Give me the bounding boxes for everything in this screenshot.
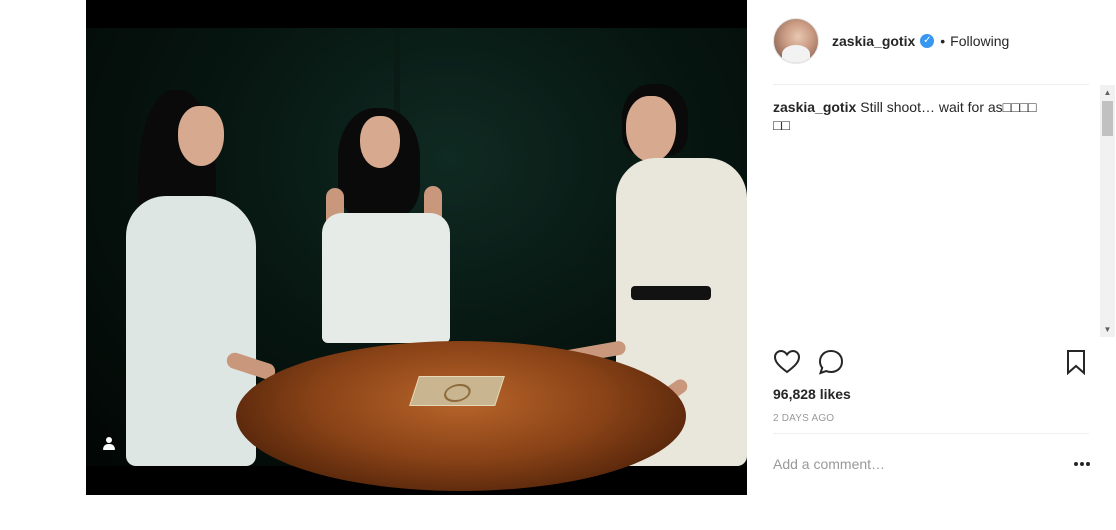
likes-count[interactable]: 96,828 likes bbox=[773, 386, 851, 402]
verified-badge-icon: ✓ bbox=[920, 34, 935, 48]
photo-scene bbox=[86, 28, 747, 491]
username-link[interactable]: zaskia_gotix bbox=[832, 33, 915, 49]
post-sidebar: zaskia_gotix ✓ • Following zaskia_gotix S… bbox=[747, 0, 1116, 530]
background-pole bbox=[394, 28, 400, 118]
scrollbar-thumb[interactable] bbox=[1102, 101, 1113, 136]
caption-username[interactable]: zaskia_gotix bbox=[773, 99, 856, 115]
round-table bbox=[236, 341, 686, 491]
comments-scrollbar[interactable]: ▲ ▼ bbox=[1100, 85, 1115, 337]
more-options-icon[interactable] bbox=[1072, 456, 1092, 472]
post-photo[interactable] bbox=[86, 0, 747, 495]
post-timestamp[interactable]: 2 DAYS AGO bbox=[773, 413, 834, 424]
scroll-down-arrow-icon[interactable]: ▼ bbox=[1100, 322, 1115, 337]
bookmark-icon[interactable] bbox=[1064, 348, 1092, 376]
separator-dot: • bbox=[940, 33, 946, 49]
ouija-tile bbox=[409, 376, 505, 406]
scroll-up-arrow-icon[interactable]: ▲ bbox=[1100, 85, 1115, 100]
heart-icon[interactable] bbox=[773, 348, 801, 376]
comment-bubble-icon[interactable] bbox=[817, 348, 845, 376]
following-button[interactable]: Following bbox=[950, 33, 1009, 49]
action-bar bbox=[773, 348, 1089, 376]
post-header: zaskia_gotix ✓ • Following bbox=[773, 18, 1093, 64]
user-tag-icon[interactable] bbox=[102, 437, 116, 451]
header-divider bbox=[773, 84, 1089, 85]
avatar[interactable] bbox=[773, 18, 819, 64]
comment-input[interactable] bbox=[773, 452, 1053, 476]
footer-divider bbox=[773, 433, 1089, 434]
comments-area: zaskia_gotix Still shoot… wait for as□□□□… bbox=[773, 98, 1068, 338]
